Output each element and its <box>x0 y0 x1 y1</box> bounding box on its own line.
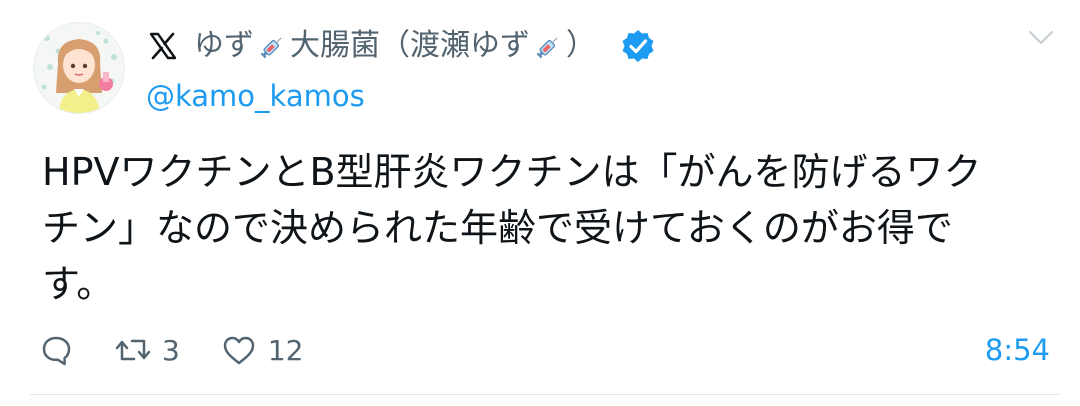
tweet-actions: 3 12 <box>38 330 303 370</box>
display-name[interactable]: ゆず 大腸菌（渡瀬ゆず ） <box>194 26 596 66</box>
x-logo-icon <box>146 29 180 63</box>
display-name-part1: ゆず <box>194 28 254 63</box>
syringe-icon-2 <box>534 32 562 60</box>
retweet-icon <box>115 339 151 361</box>
timestamp[interactable]: 8:54 <box>985 330 1050 370</box>
like-button[interactable]: 12 <box>220 332 304 368</box>
display-name-part3: ） <box>566 28 596 63</box>
reply-icon <box>42 336 71 366</box>
author-row: ゆず 大腸菌（渡瀬ゆず ） <box>146 26 656 66</box>
chevron-down-icon[interactable] <box>1026 24 1056 50</box>
syringe-icon <box>258 32 286 60</box>
handle[interactable]: @kamo_kamos <box>146 76 365 116</box>
reply-button[interactable] <box>38 332 74 368</box>
tweet-text: HPVワクチンとB型肝炎ワクチンは「がんを防げるワク チン」なので決められた年齢… <box>42 144 1022 312</box>
avatar[interactable] <box>33 22 125 114</box>
anime-girl-avatar-icon <box>34 23 124 113</box>
verified-badge-icon <box>620 28 656 64</box>
tweet-text-line-2: チン」なので決められた年齢で受けておくのがお得で <box>42 206 953 250</box>
tweet-card: ゆず 大腸菌（渡瀬ゆず ） @kamo_kamos HPVワクチンとB型肝炎ワク… <box>0 0 1080 406</box>
tweet-text-line-3: す。 <box>42 262 115 306</box>
like-count: 12 <box>267 333 304 367</box>
retweet-button[interactable]: 3 <box>114 332 180 368</box>
retweet-count: 3 <box>162 333 180 367</box>
heart-icon <box>223 336 255 365</box>
display-name-part2: 大腸菌（渡瀬ゆず <box>290 28 530 63</box>
tweet-text-line-1: HPVワクチンとB型肝炎ワクチンは「がんを防げるワク <box>42 150 982 194</box>
divider <box>30 394 1060 395</box>
